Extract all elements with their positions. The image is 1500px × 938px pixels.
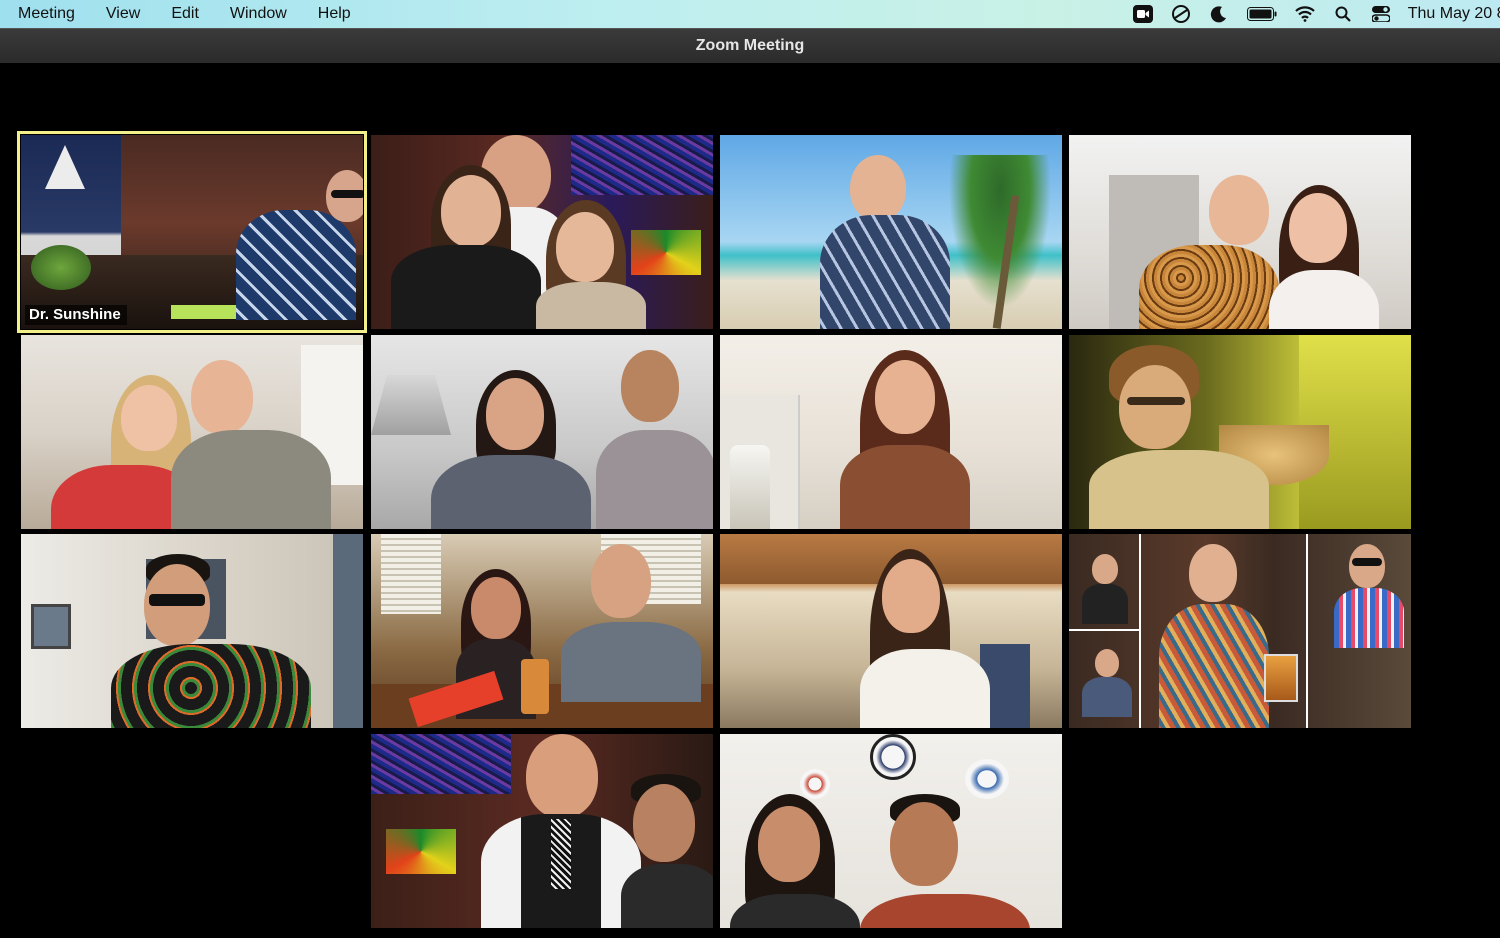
menu-edit[interactable]: Edit xyxy=(171,5,215,23)
battery-icon[interactable] xyxy=(1246,3,1278,25)
video-tile[interactable] xyxy=(371,335,713,529)
video-tile-active-speaker[interactable]: Dr. Sunshine xyxy=(17,131,367,333)
video-feed xyxy=(21,135,363,329)
video-tile[interactable] xyxy=(720,135,1062,329)
video-feed xyxy=(720,135,1062,329)
video-tile[interactable] xyxy=(1069,135,1411,329)
focus-icon[interactable] xyxy=(1170,3,1192,25)
video-tile[interactable] xyxy=(1069,534,1411,728)
video-tile[interactable] xyxy=(1069,335,1411,529)
video-tile[interactable] xyxy=(371,534,713,728)
video-feed xyxy=(720,734,1062,928)
video-feed xyxy=(371,135,713,329)
search-icon[interactable] xyxy=(1332,3,1354,25)
video-tile[interactable] xyxy=(720,534,1062,728)
video-feed xyxy=(1069,135,1411,329)
video-tile[interactable] xyxy=(720,335,1062,529)
app-menu: Meeting View Edit Window Help xyxy=(0,5,382,23)
menu-help[interactable]: Help xyxy=(318,5,367,23)
video-feed xyxy=(371,534,713,728)
control-center-icon[interactable] xyxy=(1370,3,1392,25)
video-feed xyxy=(720,534,1062,728)
video-tile[interactable] xyxy=(720,734,1062,928)
video-tile[interactable] xyxy=(371,135,713,329)
menu-view[interactable]: View xyxy=(106,5,156,23)
zoom-camera-icon[interactable] xyxy=(1132,3,1154,25)
video-tile[interactable] xyxy=(371,734,713,928)
gallery-view: Dr. Sunshine xyxy=(0,63,1500,938)
video-feed xyxy=(1069,335,1411,529)
window-title-bar[interactable]: Zoom Meeting xyxy=(0,28,1500,63)
wifi-icon[interactable] xyxy=(1294,3,1316,25)
macos-menu-bar: Meeting View Edit Window Help Thu May 20… xyxy=(0,0,1500,28)
status-area: Thu May 20 8: xyxy=(1132,0,1500,28)
menu-meeting[interactable]: Meeting xyxy=(18,5,91,23)
video-tile[interactable] xyxy=(21,335,363,529)
window-title: Zoom Meeting xyxy=(695,37,805,54)
video-tile[interactable] xyxy=(21,534,363,728)
video-feed xyxy=(1069,534,1411,728)
participant-name-label: Dr. Sunshine xyxy=(25,305,127,325)
moon-icon[interactable] xyxy=(1208,3,1230,25)
video-feed xyxy=(21,335,363,529)
menubar-clock[interactable]: Thu May 20 8: xyxy=(1408,5,1500,23)
video-feed xyxy=(371,734,713,928)
menu-window[interactable]: Window xyxy=(230,5,303,23)
video-feed xyxy=(371,335,713,529)
video-feed xyxy=(21,534,363,728)
video-feed xyxy=(720,335,1062,529)
